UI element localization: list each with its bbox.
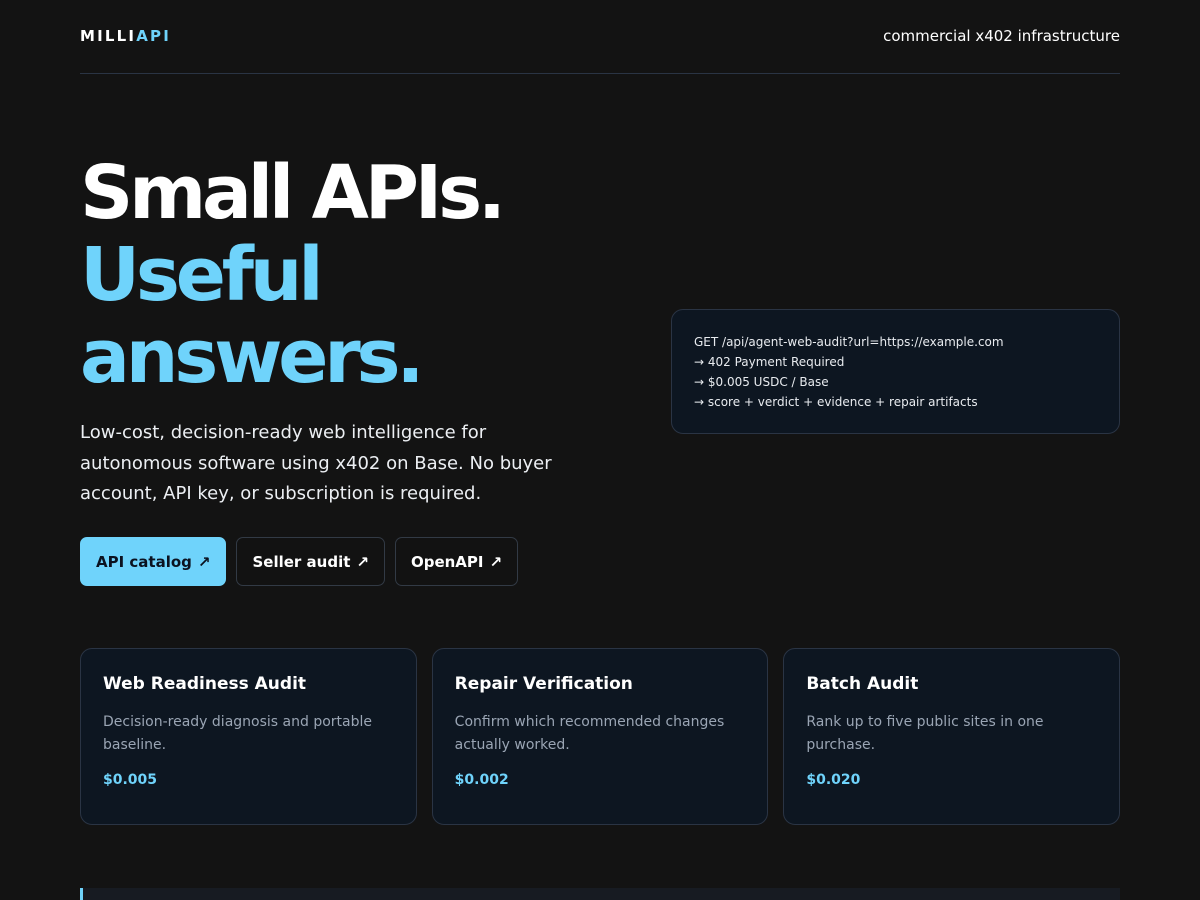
logo-accent-text: API xyxy=(136,27,172,45)
code-example-box: GET /api/agent-web-audit?url=https://exa… xyxy=(671,309,1120,434)
header-tagline: commercial x402 infrastructure xyxy=(883,27,1120,45)
external-arrow-icon: ↗ xyxy=(489,552,503,571)
card-title: Web Readiness Audit xyxy=(103,674,307,694)
product-card-batch-audit[interactable]: Batch Audit Rank up to five public sites… xyxy=(783,648,1121,825)
card-description: Decision-ready diagnosis and portable ba… xyxy=(103,714,372,753)
card-price: $0.020 xyxy=(806,772,861,788)
hero-title-line-1: Small APIs. xyxy=(80,150,506,236)
seller-audit-button[interactable]: Seller audit ↗ xyxy=(236,537,385,586)
code-line-price: → $0.005 USDC / Base xyxy=(694,375,829,389)
card-description: Rank up to five public sites in one purc… xyxy=(806,714,1044,753)
seller-audit-button-label: Seller audit xyxy=(252,552,351,571)
card-price: $0.002 xyxy=(454,772,509,788)
site-header: MILLIAPI commercial x402 infrastructure xyxy=(80,0,1120,74)
next-section-callout xyxy=(80,888,1120,900)
hero-actions: API catalog ↗ Seller audit ↗ OpenAPI ↗ xyxy=(80,537,519,586)
external-arrow-icon: ↗ xyxy=(197,552,211,571)
code-line-request: GET /api/agent-web-audit?url=https://exa… xyxy=(694,335,1004,349)
card-title: Batch Audit xyxy=(806,674,919,694)
page: MILLIAPI commercial x402 infrastructure … xyxy=(0,0,1200,900)
hero-title-line-3: answers. xyxy=(80,314,424,400)
code-line-status: → 402 Payment Required xyxy=(694,355,845,369)
card-price: $0.005 xyxy=(103,772,158,788)
code-line-result: → score + verdict + evidence + repair ar… xyxy=(694,395,978,409)
product-card-repair-verification[interactable]: Repair Verification Confirm which recomm… xyxy=(431,648,769,825)
product-cards: Web Readiness Audit Decision-ready diagn… xyxy=(80,648,1121,825)
openapi-button-label: OpenAPI xyxy=(410,552,484,571)
card-description: Confirm which recommended changes actual… xyxy=(454,714,725,753)
external-arrow-icon: ↗ xyxy=(356,552,369,571)
product-card-web-readiness-audit[interactable]: Web Readiness Audit Decision-ready diagn… xyxy=(80,648,417,825)
hero-description: Low-cost, decision-ready web intelligenc… xyxy=(80,422,552,504)
logo[interactable]: MILLIAPI xyxy=(80,27,171,45)
hero-title: Small APIs. Useful answers. xyxy=(80,150,506,400)
card-title: Repair Verification xyxy=(454,674,633,694)
openapi-button[interactable]: OpenAPI ↗ xyxy=(394,537,519,586)
hero-title-line-2: Useful xyxy=(80,232,324,318)
logo-main-text: MILLI xyxy=(80,27,137,45)
api-catalog-button-label: API catalog xyxy=(96,552,192,571)
api-catalog-button[interactable]: API catalog ↗ xyxy=(80,537,227,586)
